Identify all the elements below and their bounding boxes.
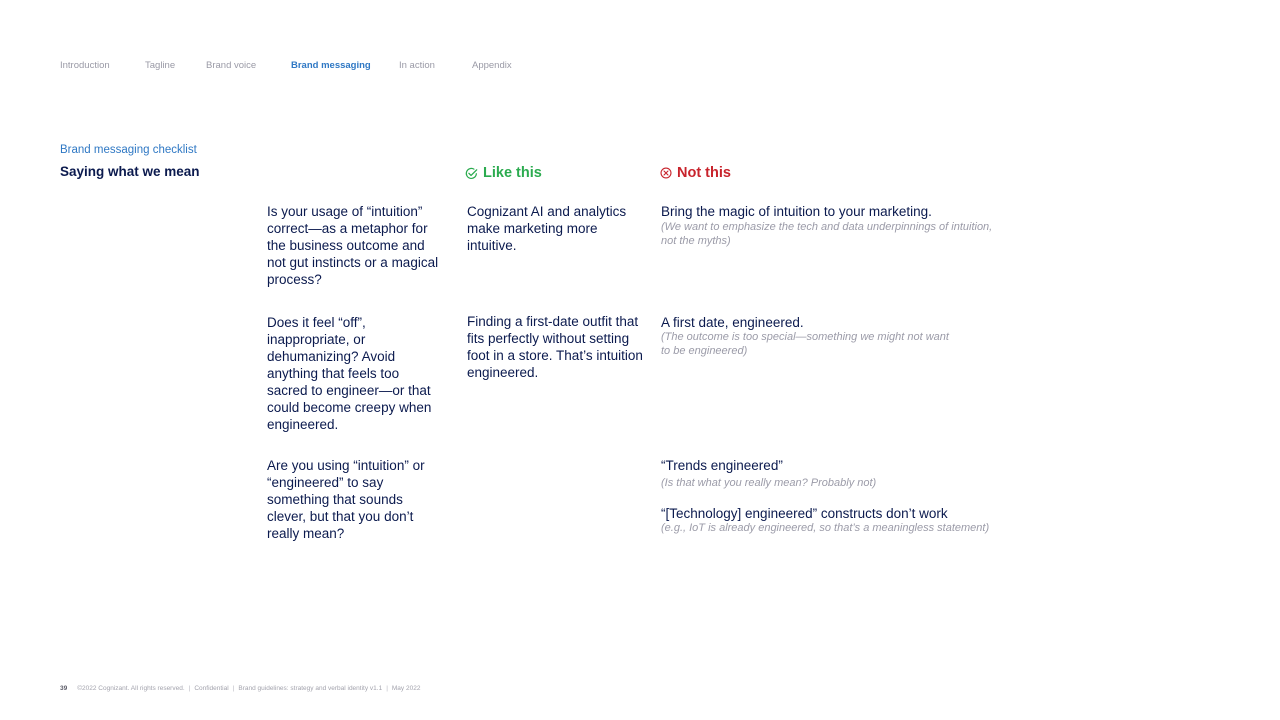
- not-example-note: (e.g., IoT is already engineered, so tha…: [661, 522, 990, 534]
- footer-date: May 2022: [391, 685, 421, 692]
- not-this-header: Not this: [660, 165, 731, 181]
- like-this-label: Like this: [483, 165, 542, 181]
- footer-confidential: Confidential: [194, 685, 229, 692]
- nav-item-brand-voice[interactable]: Brand voice: [206, 60, 256, 71]
- like-example: Finding a first-date outfit that fits pe…: [467, 314, 643, 380]
- not-example: Bring the magic of intuition to your mar…: [661, 204, 932, 219]
- not-this-label: Not this: [677, 165, 731, 181]
- not-example-note: (Is that what you really mean? Probably …: [661, 477, 877, 489]
- nav-item-brand-messaging[interactable]: Brand messaging: [291, 60, 371, 71]
- section-eyebrow: Brand messaging checklist: [60, 144, 197, 156]
- nav-item-tagline[interactable]: Tagline: [145, 60, 175, 71]
- footer-divider: |: [232, 685, 235, 692]
- not-example-note: (We want to emphasize the tech and data …: [661, 221, 993, 247]
- checklist-question: Does it feel “off”, inappropriate, or de…: [267, 315, 432, 432]
- footer-divider: |: [386, 685, 388, 692]
- checklist-question: Is your usage of “intuition” correct—as …: [267, 204, 439, 287]
- page-number: 39: [60, 685, 68, 692]
- nav-item-introduction[interactable]: Introduction: [60, 60, 110, 71]
- footer-divider: |: [188, 685, 191, 692]
- check-circle-icon: [465, 167, 478, 180]
- footer-document-title: Brand guidelines: strategy and verbal id…: [238, 685, 383, 692]
- like-this-header: Like this: [465, 165, 542, 181]
- not-example: “Trends engineered”: [661, 458, 783, 473]
- like-example: Cognizant AI and analytics make marketin…: [467, 204, 627, 253]
- x-circle-icon: [660, 167, 672, 179]
- nav-item-in-action[interactable]: In action: [399, 60, 435, 71]
- not-example: “[Technology] engineered” constructs don…: [661, 506, 948, 521]
- nav-item-appendix[interactable]: Appendix: [472, 60, 512, 71]
- checklist-question: Are you using “intuition” or “engineered…: [267, 458, 425, 541]
- footer-copyright: ©2022 Cognizant. All rights reserved.: [77, 685, 185, 692]
- page-footer: 39 ©2022 Cognizant. All rights reserved.…: [60, 685, 420, 692]
- not-example: A first date, engineered.: [661, 315, 804, 330]
- not-example-note: (The outcome is too special—something we…: [661, 331, 949, 357]
- page-title: Saying what we mean: [60, 164, 200, 179]
